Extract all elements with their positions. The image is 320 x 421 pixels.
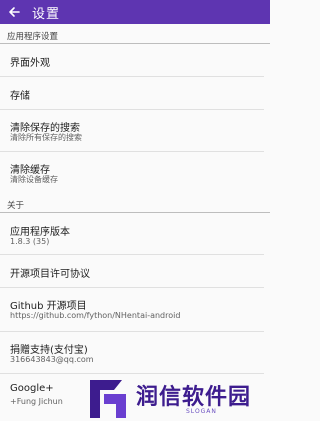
item-summary: 1.8.3 (35) (10, 237, 50, 246)
watermark-slogan: SLOGAN (186, 408, 217, 415)
item-summary: 316643843@qq.com (10, 355, 94, 364)
settings-item-licenses[interactable]: 开源项目许可协议 (0, 255, 270, 287)
item-title: 存储 (10, 91, 30, 102)
page-title: 设置 (32, 6, 61, 22)
settings-item-storage[interactable]: 存储 (0, 77, 270, 109)
item-title: 应用程序版本 (10, 227, 70, 238)
item-title: Github 开源项目 (10, 301, 87, 312)
watermark: 润信软件园 SLOGAN (86, 378, 270, 421)
arrow-left-icon (9, 7, 20, 17)
item-title: 开源项目许可协议 (10, 269, 90, 280)
watermark-logo-icon (90, 380, 126, 418)
watermark-text: 润信软件园 (136, 385, 252, 410)
settings-item-clear-saved-searches[interactable]: 清除保存的搜索 清除所有保存的搜索 (0, 110, 270, 150)
item-title: Google+ (10, 383, 54, 394)
section-header-about: 关于 (7, 201, 25, 211)
settings-item-donate[interactable]: 捐赠支持(支付宝) 316643843@qq.com (0, 332, 270, 372)
settings-item-app-version[interactable]: 应用程序版本 1.8.3 (35) (0, 213, 270, 253)
app-bar: 设置 (0, 0, 270, 24)
item-summary: 清除设备缓存 (10, 175, 58, 184)
item-title: 界面外观 (10, 58, 50, 69)
item-summary: 清除所有保存的搜索 (10, 133, 82, 142)
section-header-app-settings: 应用程序设置 (7, 32, 59, 42)
item-summary: https://github.com/fython/NHentai-androi… (10, 311, 181, 320)
settings-item-clear-cache[interactable]: 清除缓存 清除设备缓存 (0, 152, 270, 192)
item-title: 捐赠支持(支付宝) (10, 345, 88, 356)
settings-item-appearance[interactable]: 界面外观 (0, 44, 270, 76)
settings-item-github[interactable]: Github 开源项目 https://github.com/fython/NH… (0, 288, 270, 328)
item-summary: +Fung Jichun (10, 397, 63, 406)
back-button[interactable] (0, 0, 28, 24)
